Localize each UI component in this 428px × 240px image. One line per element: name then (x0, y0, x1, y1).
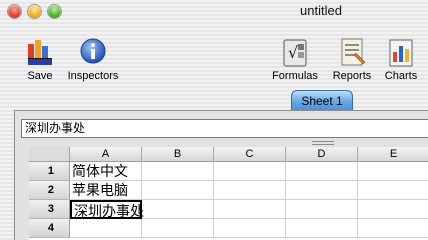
cell-b3[interactable] (142, 200, 214, 219)
minimize-window-button[interactable] (28, 5, 41, 18)
row-header-1[interactable]: 1 (29, 162, 70, 181)
cell-b2[interactable] (142, 181, 214, 200)
formulas-label: Formulas (272, 70, 318, 82)
spreadsheet-grid: A B C D E 1 2 3 4 简体中文 苹果电脑 深圳办事处 (29, 147, 428, 240)
cell-e1[interactable] (358, 162, 428, 181)
cell-c2[interactable] (214, 181, 286, 200)
cell-d4[interactable] (286, 219, 358, 238)
column-header-a[interactable]: A (70, 147, 142, 162)
cell-b4[interactable] (142, 219, 214, 238)
cell-d1[interactable] (286, 162, 358, 181)
cell-e4[interactable] (358, 219, 428, 238)
cell-e3[interactable] (358, 200, 428, 219)
cell-d2[interactable] (286, 181, 358, 200)
cell-a1[interactable]: 简体中文 (70, 162, 142, 181)
charts-button[interactable]: Charts (382, 36, 420, 84)
window-title: untitled (300, 3, 342, 18)
formula-bar-input[interactable]: 深圳办事处 (21, 119, 428, 138)
cell-a3-selected[interactable]: 深圳办事处 (70, 200, 144, 219)
app-window: untitled Save Inspectors √ Formulas Repo… (0, 0, 428, 240)
sheet-tabs: Sheet 1 (0, 86, 428, 112)
svg-text:√: √ (288, 43, 299, 62)
reports-icon (341, 38, 366, 66)
column-header-d[interactable]: D (286, 147, 358, 162)
column-header-e[interactable]: E (358, 147, 428, 162)
charts-label: Charts (384, 70, 418, 82)
row-header-4[interactable]: 4 (29, 219, 70, 238)
column-header-b[interactable]: B (142, 147, 214, 162)
inspectors-label: Inspectors (67, 70, 119, 82)
inspectors-button[interactable]: Inspectors (64, 36, 122, 84)
cell-c1[interactable] (214, 162, 286, 181)
toolbar: Save Inspectors √ Formulas Reports Chart… (0, 22, 428, 86)
save-icon (28, 40, 52, 65)
save-label: Save (27, 70, 53, 82)
charts-icon (389, 39, 413, 67)
cell-a2[interactable]: 苹果电脑 (70, 181, 142, 200)
title-bar: untitled (0, 0, 428, 22)
cell-e2[interactable] (358, 181, 428, 200)
column-header-c[interactable]: C (214, 147, 286, 162)
tab-sheet-1[interactable]: Sheet 1 (291, 90, 353, 111)
cell-c3[interactable] (214, 200, 286, 219)
cell-b1[interactable] (142, 162, 214, 181)
reports-label: Reports (332, 70, 372, 82)
cell-d3[interactable] (286, 200, 358, 219)
formulas-icon: √ (283, 39, 307, 67)
cell-c4[interactable] (214, 219, 286, 238)
info-icon (80, 38, 106, 64)
row-header-2[interactable]: 2 (29, 181, 70, 200)
cell-a4[interactable] (70, 219, 142, 238)
zoom-window-button[interactable] (48, 5, 61, 18)
reports-button[interactable]: Reports (329, 36, 375, 84)
save-button[interactable]: Save (22, 36, 58, 84)
select-all-corner[interactable] (29, 147, 70, 162)
sheet-panel: 深圳办事处 A B C D E 1 2 3 4 简体中文 苹果电脑 深圳办事处 (14, 110, 428, 240)
close-window-button[interactable] (8, 5, 21, 18)
formulas-button[interactable]: √ Formulas (269, 36, 321, 84)
row-header-3[interactable]: 3 (29, 200, 70, 219)
